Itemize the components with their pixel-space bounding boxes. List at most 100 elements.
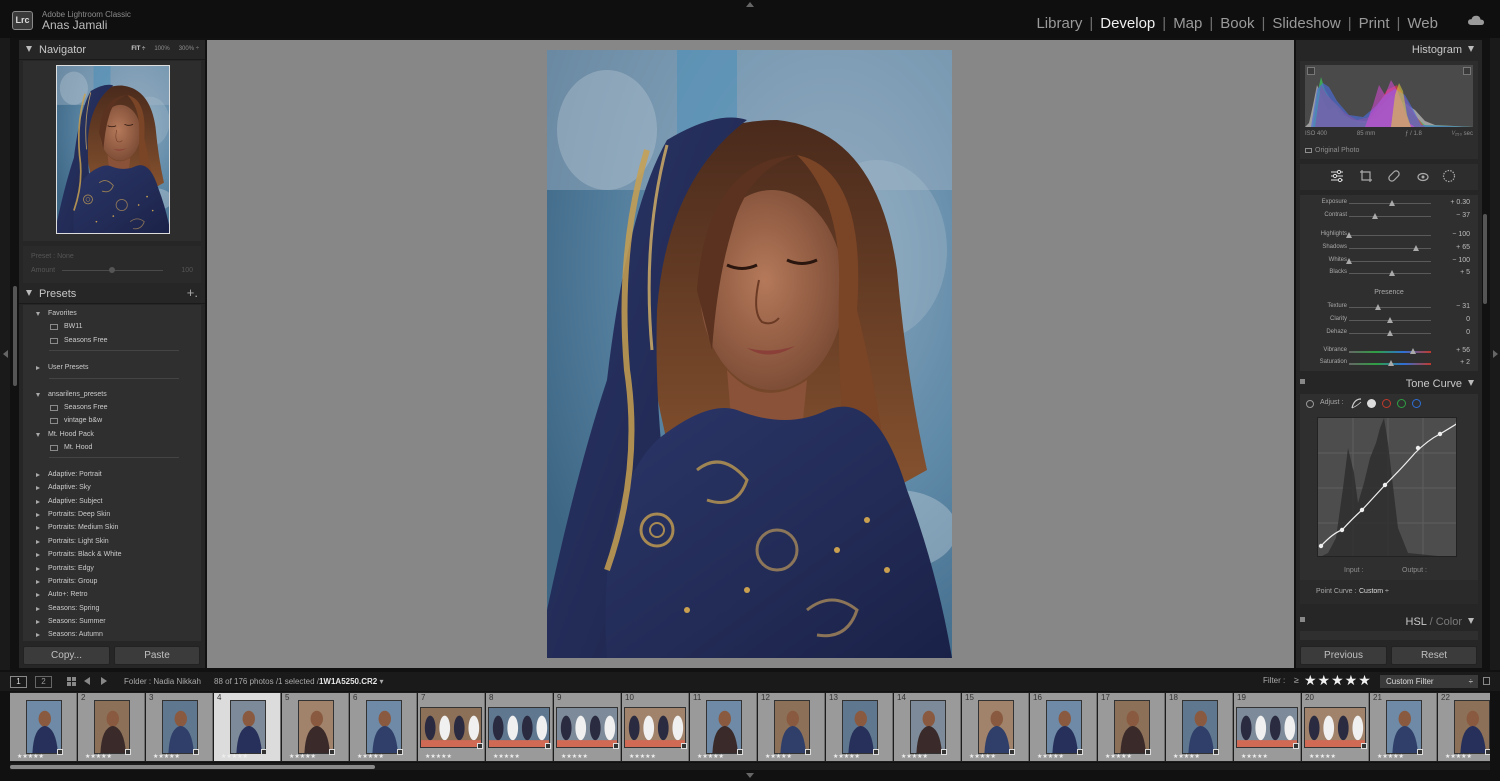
collapse-bottom-arrow-icon[interactable]	[746, 773, 754, 778]
preset-group[interactable]: Portraits: Deep Skin	[48, 511, 110, 518]
reset-button[interactable]: Reset	[1391, 646, 1477, 665]
point-curve-select[interactable]: Custom ÷	[1359, 588, 1389, 595]
slider-knob-texture[interactable]	[1374, 304, 1381, 310]
slider-track-contrast[interactable]	[1349, 216, 1431, 217]
cell-rating-stars[interactable]: ★★★★★	[289, 753, 316, 760]
slider-value-blacks[interactable]: + 5	[1460, 269, 1470, 276]
slider-track-whites[interactable]	[1349, 261, 1431, 262]
slider-value-clarity[interactable]: 0	[1466, 316, 1470, 323]
preset-group[interactable]: Auto+: Retro	[48, 591, 88, 598]
collapse-top-arrow-icon[interactable]	[746, 2, 754, 7]
develop-badge-icon[interactable]	[1485, 749, 1490, 755]
collapsed-triangle-icon[interactable]	[36, 526, 40, 530]
preset-group[interactable]: Portraits: Black & White	[48, 551, 122, 558]
preset-group[interactable]: Adaptive: Portrait	[48, 471, 102, 478]
forward-arrow-icon[interactable]	[101, 677, 107, 685]
collapse-right-arrow-icon[interactable]	[1493, 350, 1498, 358]
filmstrip-cell[interactable]: 22 ★★★★★	[1438, 693, 1490, 761]
photo-thumbnail[interactable]	[94, 700, 130, 754]
preset-group[interactable]: Portraits: Light Skin	[48, 538, 109, 545]
slider-value-contrast[interactable]: − 37	[1456, 212, 1470, 219]
filmstrip-cell[interactable]: 2 ★★★★★	[78, 693, 145, 761]
photo-thumbnail[interactable]	[842, 700, 878, 754]
cell-rating-stars[interactable]: ★★★★★	[765, 753, 792, 760]
photo-thumbnail[interactable]	[706, 700, 742, 754]
highlight-clipping-icon[interactable]	[1463, 67, 1471, 75]
collapsed-triangle-icon[interactable]	[36, 486, 40, 490]
expanded-triangle-icon[interactable]	[36, 393, 40, 397]
photo-thumbnail[interactable]	[556, 707, 618, 748]
right-panel-toggle-strip[interactable]	[1490, 38, 1500, 670]
filmstrip-cell[interactable]: 21 ★★★★★	[1370, 693, 1437, 761]
hsl-label[interactable]: HSL	[1406, 616, 1427, 628]
preset-group[interactable]: Seasons: Autumn	[48, 631, 103, 638]
previous-settings-button[interactable]: Previous	[1300, 646, 1387, 665]
slider-track-highlights[interactable]	[1349, 235, 1431, 236]
preset-group[interactable]: Seasons: Spring	[48, 605, 99, 612]
filmstrip-cell[interactable]: 6 ★★★★★	[350, 693, 417, 761]
cell-rating-stars[interactable]: ★★★★★	[85, 753, 112, 760]
custom-filter-select[interactable]: Custom Filter ÷	[1380, 675, 1478, 688]
filmstrip-cell[interactable]: 8 ★★★★★	[486, 693, 553, 761]
collapsed-triangle-icon[interactable]	[36, 473, 40, 477]
filmstrip-cell[interactable]: 12 ★★★★★	[758, 693, 825, 761]
collapsed-triangle-icon[interactable]	[36, 500, 40, 504]
photo-thumbnail[interactable]	[420, 707, 482, 748]
develop-badge-icon[interactable]	[1145, 749, 1151, 755]
preset-group[interactable]: Portraits: Edgy	[48, 565, 94, 572]
filmstrip-cell[interactable]: 15 ★★★★★	[962, 693, 1029, 761]
slider-knob-blacks[interactable]	[1388, 270, 1395, 276]
filename-dropdown-icon[interactable]: ▾	[377, 677, 383, 686]
tone-curve-header[interactable]: Tone Curve	[1296, 374, 1482, 394]
photo-thumbnail[interactable]	[162, 700, 198, 754]
cell-rating-stars[interactable]: ★★★★★	[969, 753, 996, 760]
slider-track-texture[interactable]	[1349, 307, 1431, 308]
preset-item[interactable]: BW11	[64, 323, 83, 330]
collapsed-triangle-icon[interactable]	[36, 553, 40, 557]
histogram-header[interactable]: Histogram	[1296, 40, 1482, 60]
photo-thumbnail[interactable]	[978, 700, 1014, 754]
filmstrip-cell[interactable]: 7 ★★★★★	[418, 693, 485, 761]
collapsed-triangle-icon[interactable]	[36, 593, 40, 597]
develop-badge-icon[interactable]	[873, 749, 879, 755]
filmstrip-cell[interactable]: 4 ★★★★★	[214, 693, 281, 761]
folder-source[interactable]: Folder : Nadia Nikkah	[124, 677, 201, 686]
collapsed-triangle-icon[interactable]	[36, 633, 40, 637]
cell-rating-stars[interactable]: ★★★★★	[493, 753, 520, 760]
presets-header[interactable]: Presets +.	[19, 284, 205, 304]
develop-badge-icon[interactable]	[1009, 749, 1015, 755]
checkbox-icon[interactable]	[1305, 147, 1312, 153]
photo-thumbnail[interactable]	[1386, 700, 1422, 754]
photo-thumbnail[interactable]	[1114, 700, 1150, 754]
slider-knob-shadows[interactable]	[1413, 245, 1420, 251]
develop-badge-icon[interactable]	[613, 743, 619, 749]
develop-badge-icon[interactable]	[1213, 749, 1219, 755]
filmstrip-cell[interactable]: 19 ★★★★★	[1234, 693, 1301, 761]
filmstrip-cell[interactable]: 17 ★★★★★	[1098, 693, 1165, 761]
expand-triangle-icon[interactable]	[26, 290, 32, 296]
slider-value-dehaze[interactable]: 0	[1466, 329, 1470, 336]
collapsed-triangle-icon[interactable]	[36, 620, 40, 624]
preset-group[interactable]: Portraits: Medium Skin	[48, 524, 118, 531]
panel-switch-icon[interactable]	[1300, 379, 1305, 384]
slider-value-saturation[interactable]: + 2	[1460, 359, 1470, 366]
develop-badge-icon[interactable]	[57, 749, 63, 755]
preset-group[interactable]: Favorites	[48, 310, 77, 317]
filmstrip-cell[interactable]: 5 ★★★★★	[282, 693, 349, 761]
photo-thumbnail[interactable]	[774, 700, 810, 754]
cell-rating-stars[interactable]: ★★★★★	[1309, 753, 1336, 760]
photo-thumbnail[interactable]	[366, 700, 402, 754]
photo-thumbnail[interactable]	[230, 700, 266, 754]
point-curve-blue-channel[interactable]	[1412, 399, 1421, 408]
cell-rating-stars[interactable]: ★★★★★	[697, 753, 724, 760]
selection-info[interactable]: 88 of 176 photos /1 selected /1W1A5250.C…	[214, 677, 383, 686]
slider-value-whites[interactable]: − 100	[1452, 257, 1470, 264]
slider-knob-dehaze[interactable]	[1387, 330, 1393, 336]
point-curve-red-channel[interactable]	[1382, 399, 1391, 408]
preset-group[interactable]: Mt. Hood Pack	[48, 431, 94, 438]
collapse-left-arrow-icon[interactable]	[3, 350, 8, 358]
module-book[interactable]: Book	[1220, 15, 1254, 32]
develop-badge-icon[interactable]	[737, 749, 743, 755]
original-photo-toggle[interactable]: Original Photo	[1305, 147, 1359, 154]
filmstrip-scroll-thumb[interactable]	[10, 765, 375, 769]
